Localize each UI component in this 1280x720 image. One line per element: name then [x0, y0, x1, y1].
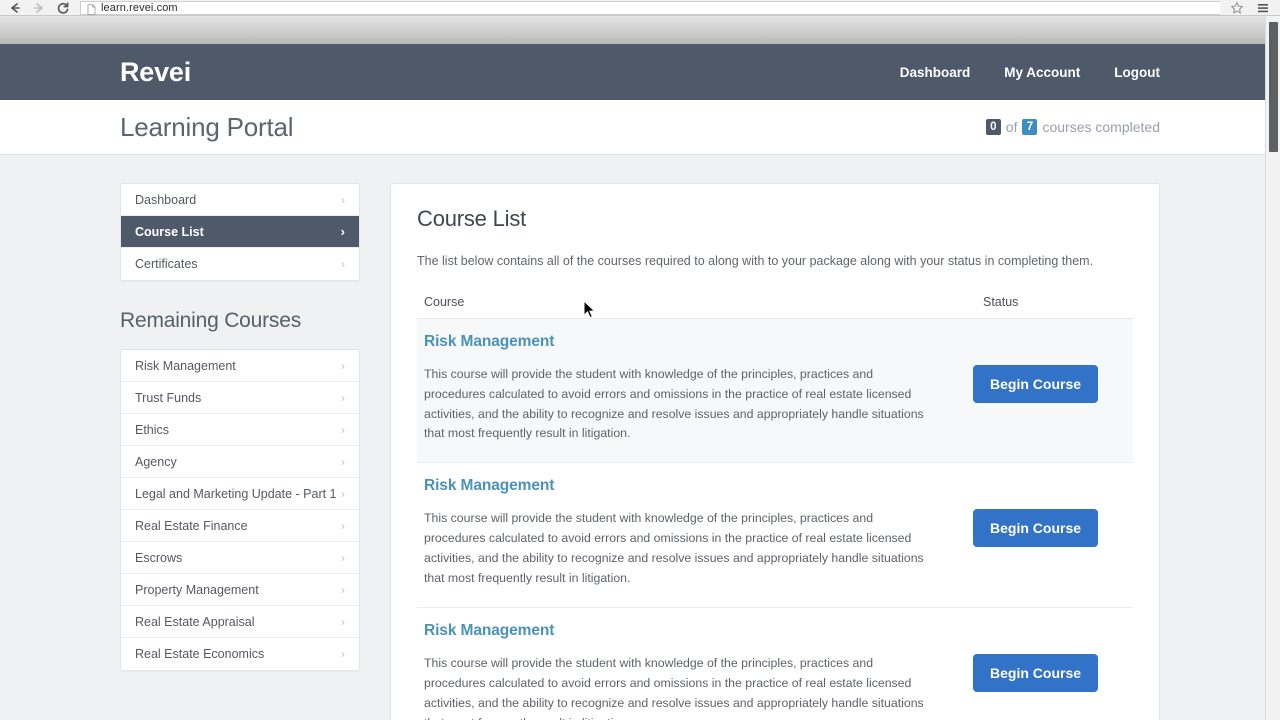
remaining-course-label: Real Estate Economics	[135, 647, 265, 661]
course-description: This course will provide the student wit…	[424, 511, 924, 586]
list-item[interactable]: Real Estate Appraisal ›	[121, 606, 359, 638]
sub-header: Learning Portal 0 of 7 courses completed	[0, 100, 1280, 155]
list-item[interactable]: Real Estate Economics ›	[121, 638, 359, 670]
total-count-badge: 7	[1022, 119, 1038, 135]
table-header: Course Status	[417, 295, 1133, 319]
remaining-course-label: Trust Funds	[135, 390, 202, 405]
browser-toolbar: learn.revei.com	[0, 0, 1280, 16]
remaining-course-label: Real Estate Finance	[135, 518, 248, 533]
course-info: Risk Management This course will provide…	[424, 333, 973, 445]
remaining-course-label: Escrows	[135, 550, 183, 565]
panel-title: Course List	[417, 206, 527, 231]
remaining-courses-title: Remaining Courses	[120, 309, 302, 332]
progress-summary: 0 of 7 courses completed	[985, 119, 1160, 135]
begin-course-button[interactable]: Begin Course	[973, 509, 1099, 548]
remaining-course-label: Property Management	[135, 582, 259, 597]
chevron-right-icon: ›	[341, 486, 345, 501]
course-info: Risk Management This course will provide…	[424, 477, 973, 589]
content-area: Dashboard › Course List › Certificates ›…	[0, 155, 1280, 720]
chevron-right-icon: ›	[340, 224, 345, 239]
page-scrollbar[interactable]	[1265, 16, 1280, 720]
course-description: This course will provide the student wit…	[424, 366, 924, 441]
begin-course-button[interactable]: Begin Course	[973, 364, 1099, 403]
list-item[interactable]: Real Estate Finance ›	[121, 510, 359, 542]
course-title-link[interactable]: Risk Management	[424, 333, 953, 351]
sidebar: Dashboard › Course List › Certificates ›…	[120, 183, 360, 671]
list-item[interactable]: Escrows ›	[121, 542, 359, 574]
column-header-course: Course	[424, 294, 465, 309]
column-header-status: Status	[983, 294, 1019, 309]
sidebar-menu: Dashboard › Course List › Certificates ›	[120, 183, 360, 281]
main-nav: Dashboard My Account Logout	[900, 65, 1160, 80]
sidebar-item-course-list[interactable]: Course List ›	[121, 216, 359, 248]
sidebar-item-label: Dashboard	[135, 192, 197, 207]
brand-logo[interactable]: Revei	[120, 57, 191, 88]
chevron-right-icon: ›	[341, 647, 345, 661]
remaining-course-label: Real Estate Appraisal	[135, 614, 255, 629]
list-item[interactable]: Risk Management ›	[121, 350, 359, 382]
chevron-right-icon: ›	[341, 614, 345, 629]
course-status-cell: Begin Course	[973, 622, 1123, 692]
reload-icon[interactable]	[56, 1, 70, 15]
course-list-panel: Course List The list below contains all …	[390, 183, 1160, 720]
hamburger-menu-icon[interactable]	[1256, 1, 1270, 15]
nav-link-my-account[interactable]: My Account	[1004, 65, 1080, 80]
list-item[interactable]: Ethics ›	[121, 414, 359, 446]
course-status-cell: Begin Course	[973, 333, 1123, 403]
course-status-cell: Begin Course	[973, 477, 1123, 548]
chevron-right-icon: ›	[341, 454, 345, 469]
chevron-right-icon: ›	[341, 358, 345, 373]
course-description: This course will provide the student wit…	[424, 656, 924, 720]
sidebar-item-label: Course List	[135, 224, 204, 239]
forward-arrow-icon	[32, 1, 46, 15]
panel-description: The list below contains all of the cours…	[417, 254, 1094, 268]
progress-of-label: of	[1005, 119, 1018, 135]
scrollbar-thumb[interactable]	[1269, 22, 1278, 152]
url-text: learn.revei.com	[101, 1, 178, 14]
list-item[interactable]: Trust Funds ›	[121, 382, 359, 414]
list-item[interactable]: Agency ›	[121, 446, 359, 478]
remaining-course-label: Risk Management	[135, 358, 236, 373]
remaining-course-label: Legal and Marketing Update - Part 1	[135, 486, 337, 501]
sidebar-item-certificates[interactable]: Certificates ›	[121, 248, 359, 280]
back-arrow-icon[interactable]	[8, 1, 22, 15]
chevron-right-icon: ›	[341, 257, 345, 271]
remaining-course-label: Agency	[135, 454, 177, 469]
table-row: Risk Management This course will provide…	[417, 318, 1133, 464]
chevron-right-icon: ›	[341, 582, 345, 597]
chevron-right-icon: ›	[341, 192, 345, 207]
progress-suffix-label: courses completed	[1042, 119, 1160, 135]
site-header: Revei Dashboard My Account Logout	[0, 44, 1280, 100]
nav-link-logout[interactable]: Logout	[1114, 65, 1160, 80]
star-icon[interactable]	[1230, 1, 1244, 15]
list-item[interactable]: Legal and Marketing Update - Part 1 ›	[121, 478, 359, 510]
browser-nav-buttons	[0, 1, 80, 15]
remaining-courses-list: Risk Management › Trust Funds › Ethics ›…	[120, 349, 360, 671]
list-item[interactable]: Property Management ›	[121, 574, 359, 606]
sidebar-item-label: Certificates	[135, 257, 198, 271]
panel-inner: Course List The list below contains all …	[391, 184, 1159, 720]
url-bar[interactable]: learn.revei.com	[80, 0, 1220, 15]
chevron-right-icon: ›	[341, 390, 345, 405]
begin-course-button[interactable]: Begin Course	[973, 654, 1099, 692]
remaining-course-label: Ethics	[135, 422, 170, 437]
chevron-right-icon: ›	[341, 422, 345, 437]
chevron-right-icon: ›	[341, 518, 345, 533]
course-title-link[interactable]: Risk Management	[424, 477, 953, 495]
browser-right-buttons	[1222, 1, 1280, 15]
table-row: Risk Management This course will provide…	[417, 463, 1133, 608]
page-icon	[87, 2, 96, 15]
sidebar-item-dashboard[interactable]: Dashboard ›	[121, 184, 359, 216]
web-page: Revei Dashboard My Account Logout Learni…	[0, 44, 1280, 720]
window-edge-strip	[0, 16, 1280, 44]
chevron-right-icon: ›	[341, 550, 345, 565]
page-title: Learning Portal	[120, 111, 294, 142]
course-title-link[interactable]: Risk Management	[424, 622, 953, 640]
completed-count-badge: 0	[985, 119, 1001, 135]
course-info: Risk Management This course will provide…	[424, 622, 973, 720]
table-row: Risk Management This course will provide…	[417, 608, 1133, 720]
nav-link-dashboard[interactable]: Dashboard	[900, 65, 971, 80]
